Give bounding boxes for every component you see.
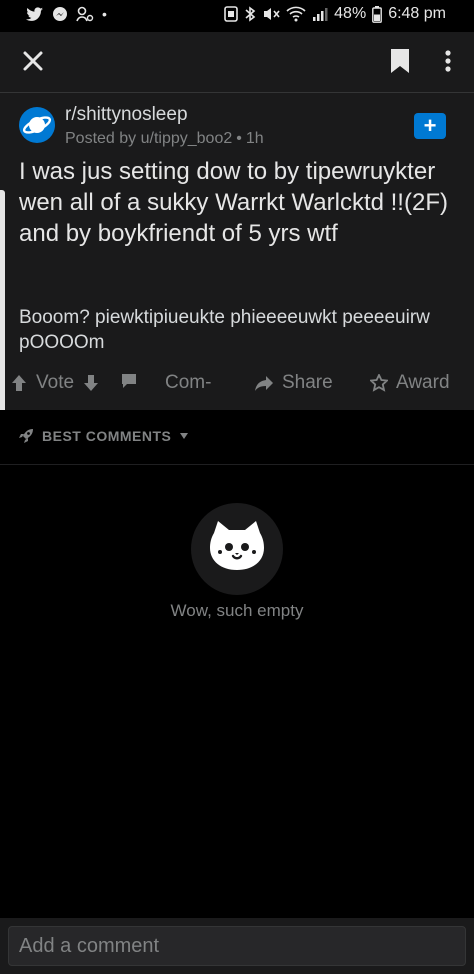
empty-text: Wow, such empty	[170, 601, 304, 620]
dot-icon: •	[102, 6, 107, 22]
share-icon	[255, 376, 273, 391]
battery-icon	[372, 5, 383, 23]
status-left-icons: •	[26, 6, 107, 22]
subreddit-avatar[interactable]	[19, 107, 55, 143]
link-icon	[76, 6, 94, 22]
caret-down-icon	[180, 433, 189, 439]
action-bar: Vote Com- Share Award	[0, 364, 474, 404]
empty-comments-state: Wow, such empty	[0, 503, 474, 621]
nfc-icon	[224, 6, 238, 22]
post-title: I was jus setting dow to by tipewruykter…	[19, 158, 448, 247]
bookmark-button[interactable]	[386, 46, 414, 76]
share-label: Share	[282, 372, 333, 393]
upvote-icon[interactable]	[10, 373, 28, 393]
vote-control: Vote	[10, 372, 100, 394]
sort-comments-button[interactable]: BEST COMMENTS	[18, 428, 189, 444]
signal-icon	[313, 8, 328, 21]
cat-face-icon	[210, 521, 264, 570]
rocket-icon	[19, 429, 33, 443]
comment-input[interactable]	[8, 926, 466, 966]
comments-sort-bar: BEST COMMENTS	[0, 410, 474, 465]
join-button[interactable]: +	[414, 113, 446, 139]
award-icon	[370, 374, 388, 392]
post-author[interactable]: Posted by u/tippy_boo2	[65, 130, 232, 148]
more-vertical-icon	[445, 50, 451, 72]
status-right-icons: 48% 6:48 pm	[224, 5, 446, 23]
app-bar	[0, 32, 474, 92]
sort-label: BEST COMMENTS	[42, 428, 172, 444]
comment-bar	[0, 918, 474, 974]
meta-separator: •	[236, 130, 242, 147]
post-meta: Posted by u/tippy_boo2 • 1h	[65, 130, 264, 148]
award-label: Award	[396, 372, 450, 393]
comments-button[interactable]	[120, 372, 138, 390]
status-bar: • 48% 6:48 pm	[0, 0, 474, 32]
comments-label: Com-	[165, 372, 212, 393]
close-button[interactable]	[18, 46, 48, 76]
vote-label: Vote	[36, 372, 75, 393]
bluetooth-icon	[245, 6, 256, 22]
cat-face-illustration	[191, 503, 283, 595]
downvote-icon[interactable]	[82, 373, 100, 393]
subreddit-name[interactable]: r/shittynosleep	[65, 104, 188, 126]
twitter-icon	[26, 6, 43, 21]
comments-label-wrap[interactable]: Com-	[165, 372, 211, 394]
close-icon	[23, 51, 43, 71]
planet-icon	[22, 116, 52, 134]
mute-icon	[264, 8, 280, 20]
comment-icon	[122, 374, 136, 388]
post-age: 1h	[245, 130, 264, 147]
award-button[interactable]: Award	[370, 372, 450, 394]
wifi-icon	[286, 6, 306, 22]
share-button[interactable]: Share	[254, 372, 333, 394]
clock: 6:48 pm	[388, 5, 446, 22]
bookmark-icon	[391, 49, 409, 73]
messenger-icon	[53, 7, 67, 21]
post-body: Booom? piewktipiueukte phieeeeuwkt peeee…	[19, 307, 430, 353]
battery-percent: 48%	[334, 5, 367, 22]
more-options-button[interactable]	[436, 46, 460, 76]
